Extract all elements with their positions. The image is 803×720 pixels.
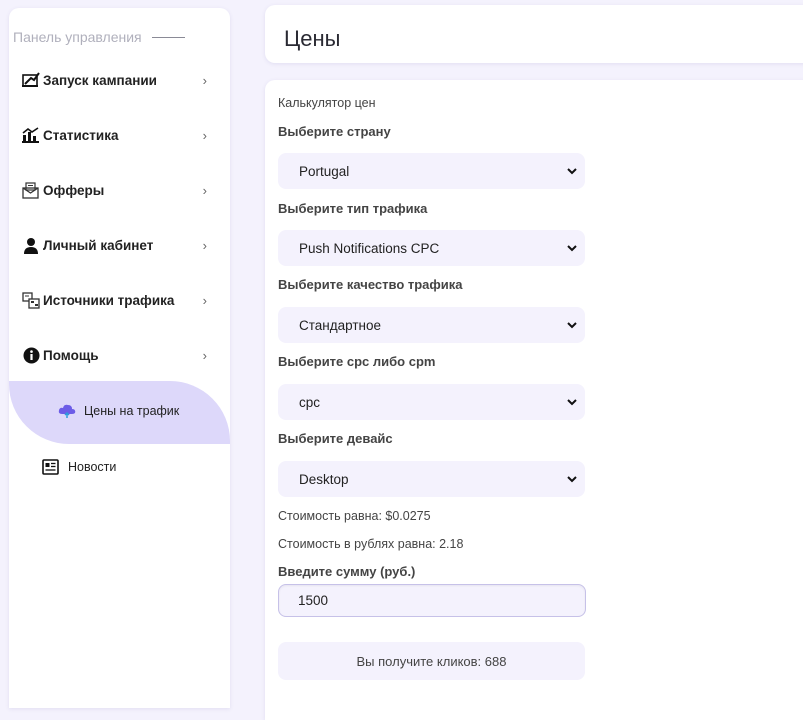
sidebar-item-statistics[interactable]: Статистика › (22, 123, 207, 147)
traffic-type-select[interactable]: Push Notifications CPC (278, 230, 585, 266)
chevron-right-icon: › (202, 347, 207, 363)
chevron-down-icon (567, 166, 577, 176)
sidebar-item-offers[interactable]: Офферы › (22, 178, 207, 202)
device-select-value: Desktop (299, 471, 349, 487)
traffic-type-select-value: Push Notifications CPC (299, 240, 440, 256)
chevron-right-icon: › (202, 182, 207, 198)
sidebar-item-label: Статистика (43, 127, 119, 143)
chevron-down-icon (567, 397, 577, 407)
sidebar-subitem-label: Новости (68, 460, 117, 474)
pricing-model-select-value: cpc (299, 394, 321, 410)
user-icon (22, 236, 40, 254)
sidebar-header: Панель управления (13, 29, 185, 45)
cost-usd-text: Стоимость равна: $0.0275 (278, 509, 431, 523)
chevron-right-icon: › (202, 72, 207, 88)
chart-icon (22, 126, 40, 144)
sidebar-subitem-traffic-prices[interactable]: Цены на трафик (58, 403, 179, 419)
sidebar-item-launch-campaign[interactable]: Запуск кампании › (22, 68, 207, 92)
chevron-down-icon (567, 474, 577, 484)
launch-icon (22, 71, 40, 89)
amount-label: Введите сумму (руб.) (278, 564, 416, 579)
chevron-down-icon (567, 243, 577, 253)
chevron-down-icon (567, 320, 577, 330)
newspaper-icon (42, 459, 59, 475)
offers-icon (22, 181, 40, 199)
calculator-title: Калькулятор цен (278, 96, 376, 110)
quality-label: Выберите качество трафика (278, 277, 463, 292)
quality-select[interactable]: Стандартное (278, 307, 585, 343)
sidebar-subitem-label: Цены на трафик (84, 404, 180, 418)
country-select[interactable]: Portugal (278, 153, 585, 189)
sidebar-item-label: Помощь (43, 347, 99, 363)
sidebar-item-help[interactable]: Помощь › (22, 343, 207, 367)
sidebar-item-label: Офферы (43, 182, 105, 198)
traffic-sources-icon (22, 291, 40, 309)
quality-select-value: Стандартное (299, 317, 381, 333)
price-calculator-card: Калькулятор цен Выберите страну Portugal… (265, 80, 803, 720)
page-header: Цены (265, 5, 803, 63)
sidebar-item-traffic-sources[interactable]: Источники трафика › (22, 288, 207, 312)
traffic-type-label: Выберите тип трафика (278, 201, 428, 216)
chevron-right-icon: › (202, 237, 207, 253)
sidebar-header-label: Панель управления (13, 29, 142, 45)
info-icon (22, 346, 40, 364)
sidebar-item-label: Запуск кампании (43, 72, 157, 88)
sidebar-item-label: Личный кабинет (43, 237, 154, 253)
device-label: Выберите девайс (278, 431, 393, 446)
cost-rub-text: Стоимость в рублях равна: 2.18 (278, 537, 464, 551)
pricing-model-label: Выберите cpc либо cpm (278, 354, 436, 369)
device-select[interactable]: Desktop (278, 461, 585, 497)
sidebar-subitem-news[interactable]: Новости (42, 459, 116, 475)
chevron-right-icon: › (202, 292, 207, 308)
sidebar-header-divider (151, 36, 185, 38)
country-label: Выберите страну (278, 124, 391, 139)
sidebar-item-label: Источники трафика (43, 292, 175, 308)
chevron-right-icon: › (202, 127, 207, 143)
sidebar-item-account[interactable]: Личный кабинет › (22, 233, 207, 257)
page-title: Цены (284, 26, 341, 51)
clicks-result: Вы получите кликов: 688 (278, 642, 585, 680)
cloud-icon (58, 403, 76, 419)
country-select-value: Portugal (299, 163, 350, 179)
pricing-model-select[interactable]: cpc (278, 384, 585, 420)
amount-input[interactable] (278, 584, 586, 617)
clicks-result-text: Вы получите кликов: 688 (356, 653, 507, 669)
